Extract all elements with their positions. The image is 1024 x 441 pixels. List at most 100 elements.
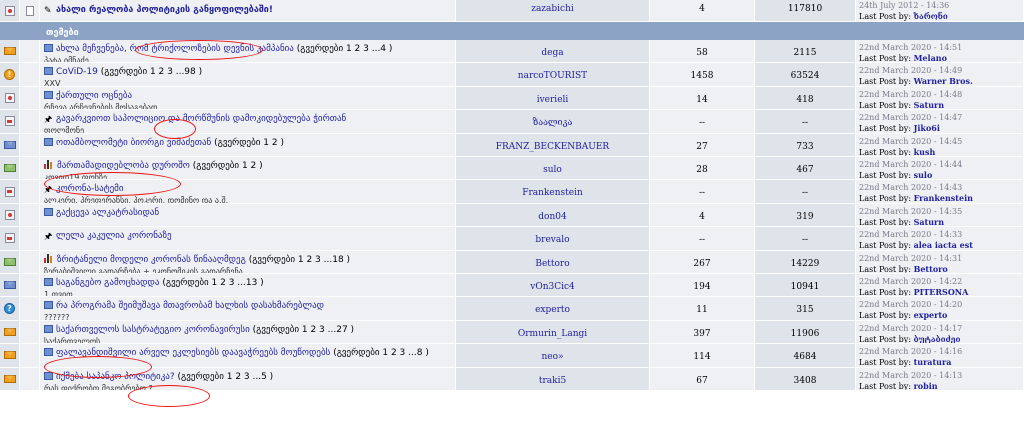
last-post-user-link[interactable]: experto [914,310,948,319]
pinned-topic-row: ✎ ახალი რეალობა პოლიტიკის განყოფილებაში! … [0,0,1024,22]
topic-title-link[interactable]: კორონა-სატემი [56,184,124,194]
topic-row: ! CoViD-19 (გვერდები 1 2 3 ...98 ) XXV narc… [0,63,1024,87]
last-post-date: 22nd March 2020 - 14:31 [859,253,963,263]
topic-starter-link[interactable]: Bettoro [535,259,569,269]
last-post-label: Last Post by: [859,194,912,204]
last-post-label: Last Post by: [859,12,912,21]
last-post-user-link[interactable]: ბუტაბიძეი [914,334,961,343]
topic-type-icon [44,44,53,52]
topic-title-link[interactable]: ახალი რეალობა პოლიტიკის განყოფილებაში! [56,5,273,15]
topic-pages[interactable]: (გვერდები 1 2 3 ...4 ) [297,44,393,54]
topic-starter-link[interactable]: iverieli [537,95,569,105]
last-post-user-link[interactable]: Saturn [914,217,945,226]
topic-title-link[interactable]: ახლა მეჩვენება, რომ ტრიქოლოზების დევნის … [56,44,294,54]
pin-icon: 🖈 [44,232,53,243]
post-icon-cell [20,297,40,321]
replies-count: 397 [693,328,711,339]
topic-title-link[interactable]: რა პროგრამა შეიმუშავა მთავრობამ ხალხის დ… [56,301,324,311]
topic-starter-link[interactable]: traki5 [539,376,566,386]
last-post-user-link[interactable]: sulo [914,170,933,179]
post-icon-cell [20,180,40,204]
topic-title-cell: საგანგებო გამოცხადდა (გვერდები 1 2 3 ...… [40,274,456,298]
topic-starter-link[interactable]: narcoTOURIST [518,71,587,81]
replies-count: 194 [693,282,711,292]
topic-title-link[interactable]: საგანგებო გამოცხადდა [56,278,159,288]
topic-pages[interactable]: (გვერდები 1 2 3 ...13 ) [162,278,263,288]
last-post-user-link[interactable]: alea iacta est [914,240,973,249]
last-post-user-link[interactable]: Jiko6i [914,123,940,132]
views-count: 117810 [787,4,823,14]
topic-title-link[interactable]: CoViD-19 [56,67,98,77]
topic-title-link[interactable]: გაქცევა ალკატრასიდან [56,208,159,218]
topic-status-cell [0,180,20,204]
topic-pages[interactable]: (გვერდები 1 2 ) [214,138,284,148]
topic-pages[interactable]: (გვერდები 1 2 3 ...98 ) [101,67,202,77]
topic-title-link[interactable]: ფალავანდიშვილი არველ ეკლესიებს დაავაჭრეე… [56,348,330,358]
topic-row: ახლა მეჩვენება, რომ ტრიქოლოზების დევნის … [0,40,1024,64]
topic-starter-link[interactable]: vOn3Cic4 [530,282,575,292]
last-post-user-link[interactable]: Warner Bros. [914,76,973,85]
topic-description: ზურაბიშვილი გადარჩება + ეკონომიკის გადარ… [44,266,243,274]
topic-title-cell: ახლა მეჩვენება, რომ ტრიქოლოზების დევნის … [40,40,456,64]
topic-title-link[interactable]: ზრიტანელი მოდელი კორონას წინააღმდეგ [57,255,246,265]
replies-cell: 114 [650,344,755,368]
topic-starter-link[interactable]: ზაალიკა [533,118,573,128]
topic-title-link[interactable]: გავარკვიოთ საპოლიციო და მორწმუნის დამოკი… [56,114,346,124]
topic-starter-link[interactable]: sulo [543,165,562,175]
views-cell: -- [755,180,856,204]
topic-starter-link[interactable]: Frankenstein [522,188,583,198]
topic-title-link[interactable]: საქართველოს სასტრატეგიო კორონავირუსი [56,325,250,335]
last-post-user-link[interactable]: robin [914,381,938,390]
topic-starter-link[interactable]: Ormurin_Langi [518,329,587,339]
topic-status-cell [0,157,20,181]
topic-title-link[interactable]: ოთამბოლომეტი ბიორგი ვიმაძეთან [56,138,211,148]
topic-row: ოთამბოლომეტი ბიორგი ვიმაძეთან (გვერდები … [0,133,1024,157]
topic-pages[interactable]: (გვერდები 1 2 3 ...18 ) [249,255,350,265]
topic-title-cell: მართამადიდებლობა დუროშო (გვერდები 1 2 ) კ… [40,157,456,181]
pin-icon: 🖈 [44,185,53,196]
last-post-cell: 22nd March 2020 - 14:13 Last Post by: rob… [856,367,1024,391]
last-post-user-link[interactable]: ხარონი [914,11,948,21]
moved-topic-icon [4,233,15,244]
topic-starter-link[interactable]: zazabichi [531,4,574,14]
topic-status-cell [0,274,20,298]
topic-starter-link[interactable]: brevalo [535,235,569,245]
topic-starter-link[interactable]: neo» [541,352,563,362]
topic-starter-link[interactable]: FRANZ_BECKENBAUER [496,142,609,152]
topic-pages[interactable]: (გვერდები 1 2 3 ...5 ) [178,372,274,382]
last-post-label: Last Post by: [859,241,912,251]
views-count: 2115 [793,48,817,58]
topic-title-link[interactable]: ქართული ოცნება [56,91,132,101]
post-icon-cell [20,110,40,134]
views-count: 319 [796,211,814,222]
last-post-label: Last Post by: [859,54,912,63]
topic-starter-link[interactable]: experto [535,305,570,315]
topic-pages[interactable]: (გვერდები 1 2 ) [193,161,263,171]
topic-title-link[interactable]: ლელა კაკულია კორონაზე [56,231,172,241]
topic-title-link[interactable]: მართამადიდებლობა დუროშო [57,161,190,171]
last-post-user-link[interactable]: PITERSONA [914,287,969,296]
topic-title-link[interactable]: იქმება საპანკო პოლიტიკა? [56,372,175,382]
replies-cell: -- [650,227,755,251]
last-post-user-link[interactable]: kush [914,147,936,156]
topic-status-cell [0,86,20,111]
last-post-label: Last Post by: [859,334,912,344]
last-post-user-link[interactable]: turatura [914,357,952,366]
last-post-user-link[interactable]: Melano [914,53,947,62]
topic-pages[interactable]: (გვერდები 1 2 3 ...8 ) [333,348,429,358]
topic-title-cell: 🖈 ლელა კაკულია კორონაზე [40,227,456,251]
replies-cell: 58 [650,40,755,64]
topic-starter-cell: iverieli [456,86,650,111]
topic-pages[interactable]: (გვერდები 1 2 3 ...27 ) [253,325,354,335]
last-post-user-link[interactable]: Bettoro [914,264,948,273]
topic-type-icon [44,90,53,99]
hot-envelope-icon [3,257,16,266]
topic-starter-link[interactable]: dega [541,48,563,58]
topic-title-cell: გაქცევა ალკატრასიდან [40,203,456,228]
replies-count: -- [698,235,706,246]
last-post-user-link[interactable]: Frankenstein [914,193,973,202]
last-post-user-link[interactable]: Saturn [914,100,945,109]
topic-starter-link[interactable]: don04 [538,212,566,222]
topic-title-cell: CoViD-19 (გვერდები 1 2 3 ...98 ) XXV [40,63,456,87]
topic-description: ალკერი, პრეფერანსი, პოკერი, დომინო და ა.… [44,196,229,204]
